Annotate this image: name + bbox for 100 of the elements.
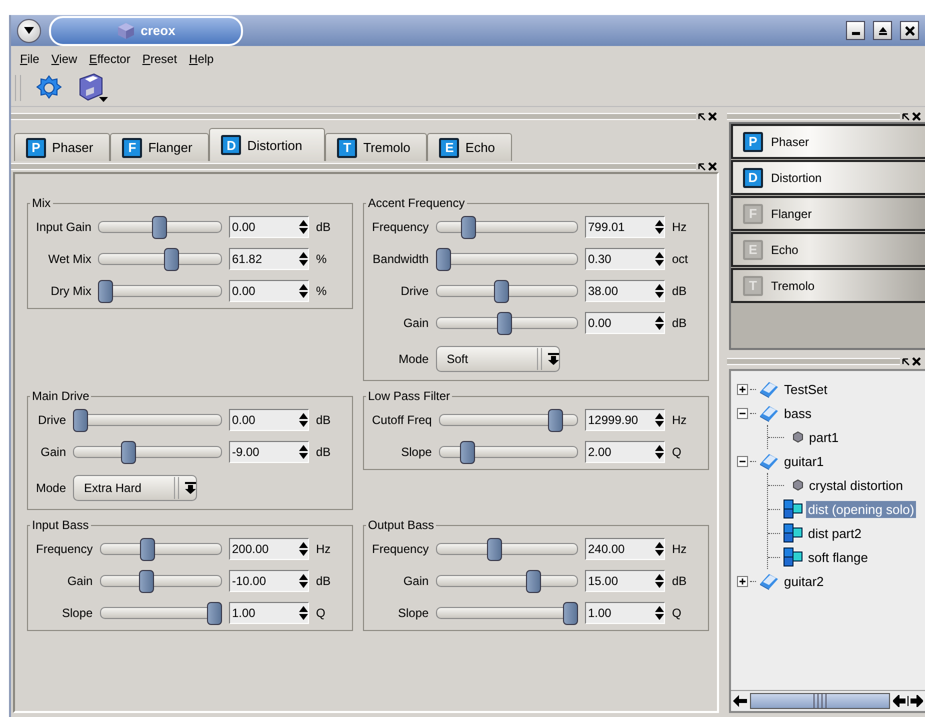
tree-item[interactable]: dist part2 <box>806 524 864 542</box>
slider-thumb[interactable] <box>121 441 136 464</box>
undock-icon[interactable] <box>698 112 706 120</box>
slider-thumb[interactable] <box>548 409 564 432</box>
slider[interactable] <box>438 409 578 431</box>
spin-arrows-icon[interactable] <box>655 542 664 556</box>
slider[interactable] <box>98 216 222 238</box>
left-arrow-icon[interactable] <box>733 695 747 707</box>
tree-item[interactable]: crystal distortion <box>807 476 905 494</box>
slider-thumb[interactable] <box>436 248 451 271</box>
dock-grip[interactable] <box>727 113 900 120</box>
tree-item[interactable]: soft flange <box>806 548 870 566</box>
effect-tab[interactable]: E Echo <box>427 133 512 161</box>
spin-box[interactable]: 12999.90 <box>585 409 665 431</box>
spin-box[interactable]: 240.00 <box>585 538 665 560</box>
slider[interactable] <box>98 248 222 270</box>
slider[interactable] <box>436 312 578 334</box>
spin-box[interactable]: 0.30 <box>585 248 665 270</box>
spin-box[interactable]: 1.00 <box>585 602 665 624</box>
rack-button[interactable]: P Phaser <box>731 124 925 159</box>
spin-box[interactable]: -10.00 <box>229 570 309 592</box>
slider[interactable] <box>436 216 578 238</box>
slider-thumb[interactable] <box>207 602 222 625</box>
spin-arrows-icon[interactable] <box>299 606 308 620</box>
slider-thumb[interactable] <box>526 570 542 593</box>
spin-arrows-icon[interactable] <box>655 445 664 459</box>
spin-arrows-icon[interactable] <box>655 413 664 427</box>
close-button[interactable] <box>900 21 919 40</box>
window-menu-button[interactable] <box>17 18 41 42</box>
spin-box[interactable]: 200.00 <box>229 538 309 560</box>
spin-arrows-icon[interactable] <box>299 413 308 427</box>
tree-item[interactable]: guitar2 <box>782 572 826 590</box>
slider[interactable] <box>100 602 222 624</box>
close-icon[interactable] <box>912 112 921 121</box>
slider[interactable] <box>100 538 222 560</box>
spin-box[interactable]: 799.01 <box>585 216 665 238</box>
expand-icon[interactable] <box>737 384 748 394</box>
slider[interactable] <box>436 602 578 624</box>
effect-tab[interactable]: F Flanger <box>110 133 210 161</box>
dock-grip[interactable] <box>727 358 900 365</box>
slider[interactable] <box>436 280 578 302</box>
slider-thumb[interactable] <box>486 538 502 561</box>
slider-thumb[interactable] <box>73 409 88 432</box>
mode-dropdown[interactable]: Extra Hard <box>73 475 198 501</box>
slider-thumb[interactable] <box>460 441 475 464</box>
slider-thumb[interactable] <box>496 312 512 335</box>
slider-thumb[interactable] <box>98 280 114 303</box>
spin-box[interactable]: 0.00 <box>229 409 309 431</box>
mode-dropdown[interactable]: Soft <box>436 346 560 372</box>
slider-thumb[interactable] <box>461 216 476 239</box>
slider[interactable] <box>436 538 578 560</box>
slider[interactable] <box>98 280 222 302</box>
save-icon[interactable] <box>77 73 109 103</box>
spin-box[interactable]: 0.00 <box>229 216 309 238</box>
menu-item[interactable]: Preset <box>142 51 178 67</box>
undock-icon[interactable] <box>698 162 706 170</box>
spin-box[interactable]: 38.00 <box>585 280 665 302</box>
tree-item[interactable]: part1 <box>807 428 841 446</box>
collapse-icon[interactable] <box>737 456 748 466</box>
spin-arrows-icon[interactable] <box>299 574 308 588</box>
collapse-icon[interactable] <box>737 408 748 418</box>
slider[interactable] <box>73 409 222 431</box>
slider[interactable] <box>438 441 578 463</box>
undock-icon[interactable] <box>902 358 910 366</box>
spin-box[interactable]: 0.00 <box>229 280 309 302</box>
spin-arrows-icon[interactable] <box>299 445 308 459</box>
spin-arrows-icon[interactable] <box>655 284 664 298</box>
spin-box[interactable]: 61.82 <box>229 248 309 270</box>
menu-item[interactable]: View <box>51 51 78 67</box>
slider[interactable] <box>436 570 578 592</box>
spin-arrows-icon[interactable] <box>299 220 308 234</box>
slider-thumb[interactable] <box>139 570 154 593</box>
expand-icon[interactable] <box>737 576 748 586</box>
effect-tab[interactable]: P Phaser <box>14 133 110 161</box>
dock-grip[interactable] <box>11 163 696 170</box>
spin-box[interactable]: -9.00 <box>229 441 309 463</box>
tree-item[interactable]: dist (opening solo) <box>806 500 916 518</box>
horizontal-scrollbar[interactable] <box>731 690 925 711</box>
tree-item[interactable]: guitar1 <box>782 452 826 470</box>
slider[interactable] <box>73 441 222 463</box>
spin-arrows-icon[interactable] <box>655 252 664 266</box>
rack-button[interactable]: D Distortion <box>731 160 925 195</box>
slider-thumb[interactable] <box>164 248 179 271</box>
effect-tab[interactable]: D Distortion <box>209 128 326 161</box>
spin-arrows-icon[interactable] <box>655 574 664 588</box>
spin-arrows-icon[interactable] <box>299 542 308 556</box>
spin-box[interactable]: 1.00 <box>229 602 309 624</box>
close-icon[interactable] <box>708 112 717 121</box>
dock-grip[interactable] <box>11 113 696 120</box>
spin-arrows-icon[interactable] <box>655 316 664 330</box>
scroll-arrows-icon[interactable] <box>893 695 923 707</box>
slider-thumb[interactable] <box>152 216 167 239</box>
spin-arrows-icon[interactable] <box>299 252 308 266</box>
spin-arrows-icon[interactable] <box>655 220 664 234</box>
undock-icon[interactable] <box>902 112 910 120</box>
close-icon[interactable] <box>708 162 717 171</box>
spin-box[interactable]: 0.00 <box>585 312 665 334</box>
spin-arrows-icon[interactable] <box>655 606 664 620</box>
minimize-button[interactable] <box>846 21 865 40</box>
slider[interactable] <box>436 248 578 270</box>
